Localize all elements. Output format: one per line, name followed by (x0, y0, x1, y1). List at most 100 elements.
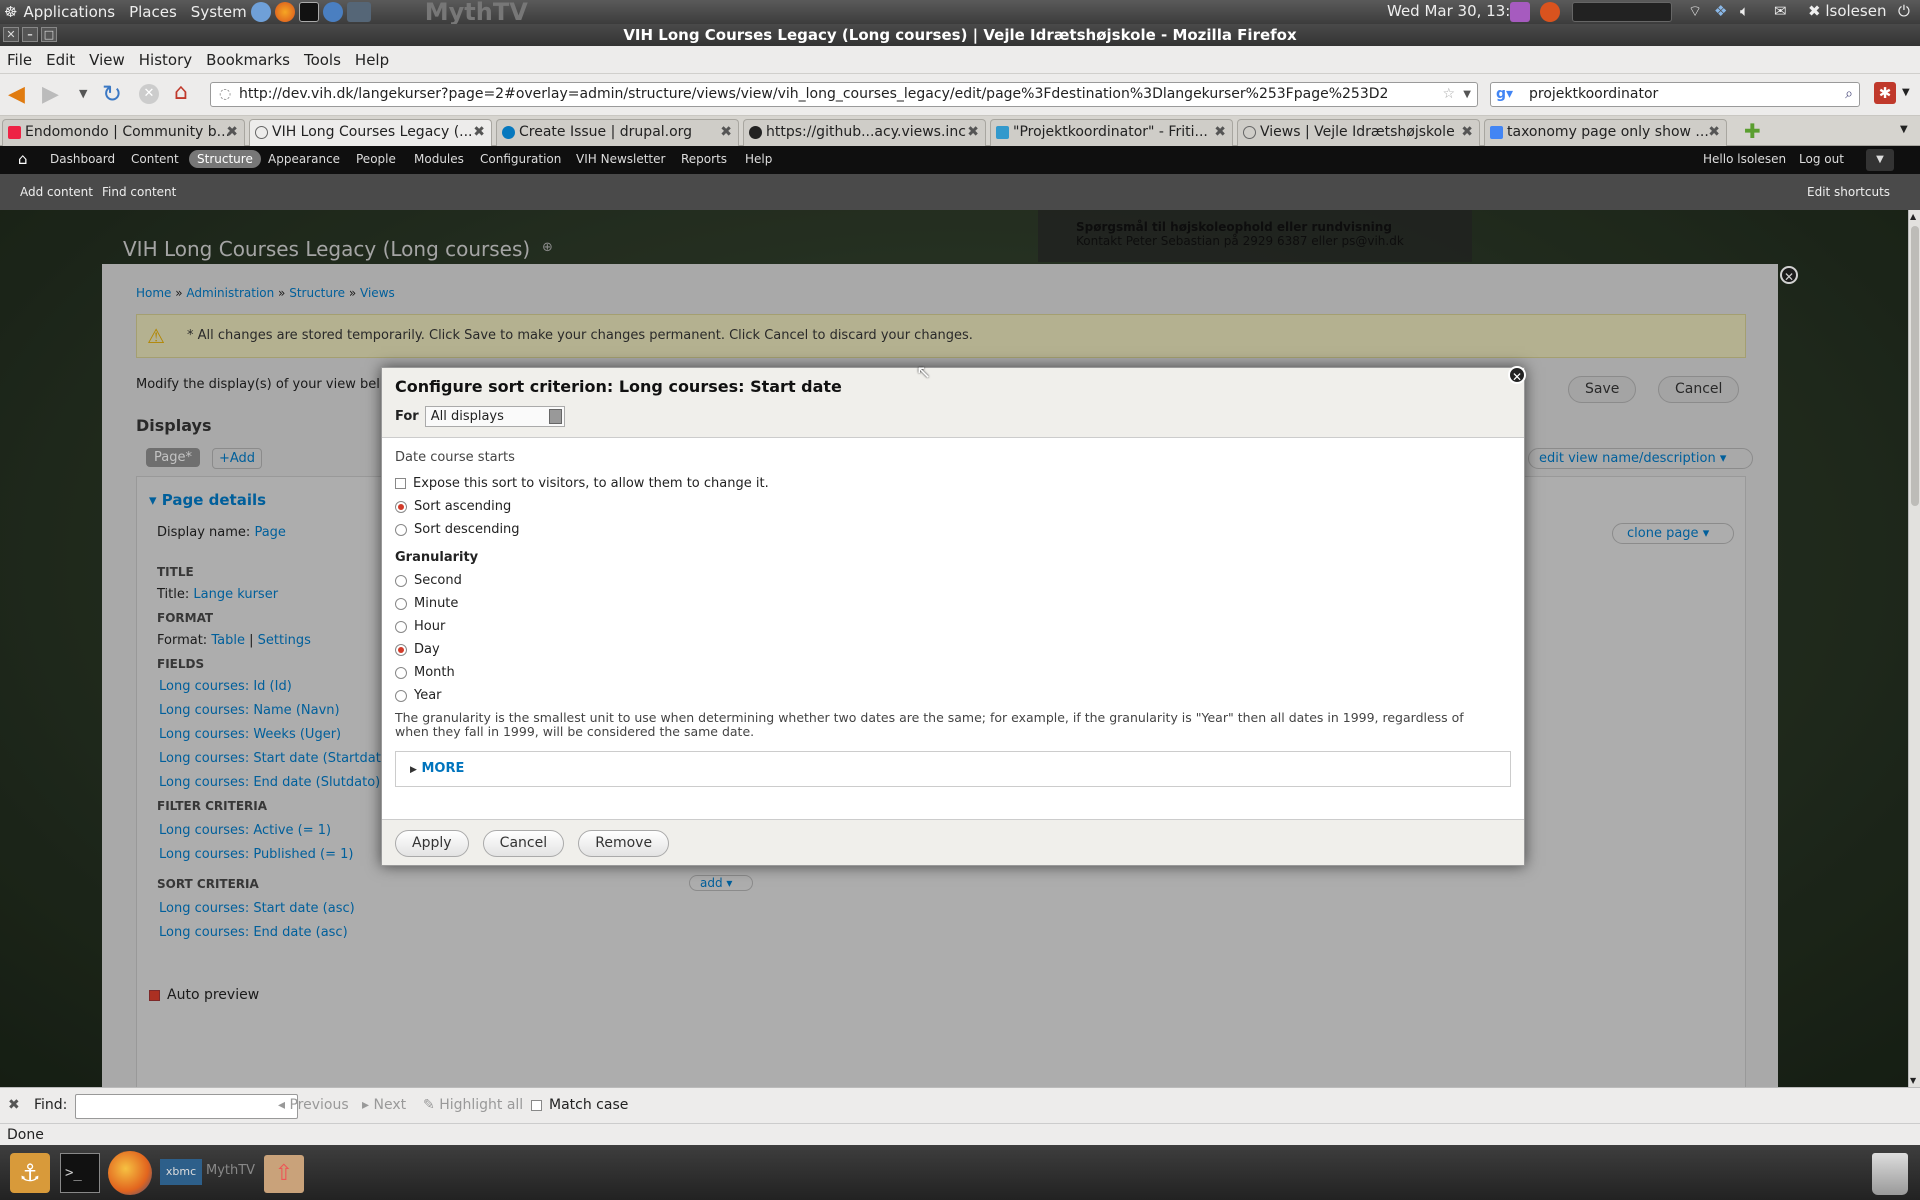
close-tab-icon[interactable]: ✖ (1708, 120, 1720, 145)
applications-menu[interactable]: Applications (23, 3, 115, 21)
package-taskbar-icon[interactable]: ⇧ (264, 1155, 304, 1193)
close-tab-icon[interactable]: ✖ (226, 120, 238, 145)
tab-github[interactable]: https://github...acy.views.inc ✖ (743, 119, 986, 146)
reload-icon[interactable]: ↻ (102, 80, 122, 108)
tab-list-icon[interactable]: ▼ (1900, 124, 1908, 135)
close-tab-icon[interactable]: ✖ (473, 120, 485, 145)
shortcut-find-content[interactable]: Find content (102, 185, 176, 199)
sort-ascending-radio[interactable] (395, 500, 407, 513)
menu-history[interactable]: History (132, 51, 199, 69)
terminal-taskbar-icon[interactable]: >_ (60, 1153, 100, 1193)
addon-dropdown-icon[interactable]: ▼ (1902, 87, 1910, 98)
tab-views-vejle[interactable]: Views | Vejle Idrætshøjskole ✖ (1237, 119, 1480, 146)
toolbar-home-icon[interactable]: ⌂ (18, 150, 28, 168)
shortcut-add-content[interactable]: Add content (20, 185, 93, 199)
toolbar-hello-user[interactable]: Hello lsolesen (1703, 152, 1786, 166)
power-icon[interactable]: ⏻ (1898, 2, 1910, 20)
more-fieldset-toggle[interactable]: ▶ MORE (395, 751, 1511, 787)
clock[interactable]: Wed Mar 30, 13:44 (1387, 2, 1529, 20)
xbmc-taskbar-icon[interactable]: xbmc (160, 1159, 202, 1185)
scrollbar-thumb[interactable] (1911, 226, 1919, 506)
dialog-close-icon[interactable]: ✕ (1508, 366, 1526, 384)
mythtv-taskbar-label[interactable]: MythTV (206, 1163, 255, 1178)
app-indicator-icon[interactable] (1510, 2, 1530, 22)
find-input[interactable] (75, 1094, 298, 1119)
toolbar-reports[interactable]: Reports (681, 152, 727, 166)
workspace-switcher-icon[interactable] (1572, 2, 1672, 22)
bookmark-star-icon[interactable]: ☆ (1442, 83, 1455, 106)
granularity-minute-radio[interactable] (395, 597, 407, 610)
find-previous-button[interactable]: ◂ Previous (278, 1097, 349, 1113)
home-icon[interactable]: ⌂ (174, 80, 188, 105)
granularity-month-radio[interactable] (395, 666, 407, 679)
window-titlebar[interactable]: ✕ – □ VIH Long Courses Legacy (Long cour… (0, 24, 1920, 46)
firefox-taskbar-icon[interactable] (108, 1151, 152, 1195)
cancel-button[interactable]: Cancel (482, 830, 565, 857)
back-icon[interactable]: ◀ (8, 82, 25, 107)
terminal-launcher-icon[interactable] (298, 2, 319, 22)
toolbar-vih-newsletter[interactable]: VIH Newsletter (576, 152, 665, 166)
granularity-hour-radio[interactable] (395, 620, 407, 633)
history-dropdown-icon[interactable]: ▼ (79, 87, 87, 100)
toolbar-modules[interactable]: Modules (414, 152, 464, 166)
match-case-checkbox[interactable] (531, 1099, 542, 1111)
menu-view[interactable]: View (82, 51, 132, 69)
granularity-day-radio[interactable] (395, 643, 407, 656)
user-menu[interactable]: ✖ lsolesen (1808, 2, 1886, 20)
wifi-icon[interactable]: ⌔ (1688, 2, 1702, 21)
toolbar-people[interactable]: People (356, 152, 396, 166)
stop-icon[interactable]: ✕ (139, 84, 159, 104)
firefox-launcher-icon[interactable] (274, 2, 295, 22)
close-find-bar-icon[interactable]: ✖ (8, 1097, 20, 1113)
granularity-year-radio[interactable] (395, 689, 407, 702)
close-tab-icon[interactable]: ✖ (1461, 120, 1473, 145)
window-close-button[interactable]: ✕ (3, 27, 19, 42)
menu-tools[interactable]: Tools (297, 51, 348, 69)
toolbar-structure[interactable]: Structure (189, 150, 261, 168)
places-menu[interactable]: Places (129, 3, 177, 21)
url-dropdown-icon[interactable]: ▼ (1463, 83, 1471, 106)
new-tab-icon[interactable]: ✚ (1744, 119, 1761, 143)
window-minimize-button[interactable]: – (22, 27, 38, 42)
sort-descending-radio[interactable] (395, 523, 407, 536)
tab-endomondo[interactable]: Endomondo | Community b... ✖ (2, 119, 245, 146)
close-tab-icon[interactable]: ✖ (720, 120, 732, 145)
site-identity-icon[interactable]: ◌ (219, 83, 231, 106)
highlight-all-button[interactable]: ✎ Highlight all (423, 1097, 523, 1113)
toolbar-configuration[interactable]: Configuration (480, 152, 561, 166)
toolbar-appearance[interactable]: Appearance (268, 152, 340, 166)
toolbar-dashboard[interactable]: Dashboard (50, 152, 115, 166)
expose-checkbox[interactable] (395, 478, 406, 489)
forward-icon[interactable]: ▶ (42, 82, 59, 107)
close-tab-icon[interactable]: ✖ (967, 120, 979, 145)
url-bar[interactable]: ◌ http://dev.vih.dk/langekurser?page=2#o… (210, 82, 1478, 107)
volume-icon[interactable]: 🔈︎ (1740, 2, 1749, 20)
scroll-up-icon[interactable]: ▲ (1910, 212, 1916, 221)
gnome-foot-icon[interactable]: ☸ (4, 3, 17, 21)
xbmc-launcher-icon[interactable] (346, 2, 371, 22)
menu-file[interactable]: File (0, 51, 39, 69)
window-maximize-button[interactable]: □ (41, 27, 57, 42)
search-input[interactable]: projektkoordinator (1529, 86, 1658, 102)
addon-icon[interactable]: ✱ (1874, 82, 1896, 104)
search-bar[interactable]: g▾ projektkoordinator ⌕ (1490, 82, 1860, 107)
find-next-button[interactable]: ▸ Next (362, 1097, 406, 1113)
toolbar-help[interactable]: Help (745, 152, 772, 166)
apply-button[interactable]: Apply (395, 830, 469, 857)
granularity-second-radio[interactable] (395, 574, 407, 587)
menu-edit[interactable]: Edit (39, 51, 82, 69)
trash-icon[interactable] (1872, 1153, 1908, 1195)
for-displays-select[interactable]: All displays (424, 406, 565, 427)
google-search-engine-icon[interactable]: g▾ (1496, 83, 1513, 106)
launcher-icon[interactable] (250, 2, 271, 22)
help-launcher-icon[interactable] (322, 2, 343, 22)
tab-create-issue[interactable]: Create Issue | drupal.org ✖ (496, 119, 739, 146)
tab-projektkoordinator[interactable]: "Projektkoordinator" - Friti... ✖ (990, 119, 1233, 146)
tab-taxonomy[interactable]: taxonomy page only show ... ✖ (1484, 119, 1727, 146)
page-scrollbar[interactable]: ▲ ▼ (1908, 210, 1920, 1087)
search-icon[interactable]: ⌕ (1845, 83, 1853, 106)
anchor-launcher-icon[interactable]: ⚓ (10, 1153, 50, 1193)
toolbar-logout[interactable]: Log out (1799, 152, 1844, 166)
tab-vih-long-courses[interactable]: VIH Long Courses Legacy (... ✖ (249, 119, 492, 146)
scroll-down-icon[interactable]: ▼ (1910, 1076, 1916, 1085)
